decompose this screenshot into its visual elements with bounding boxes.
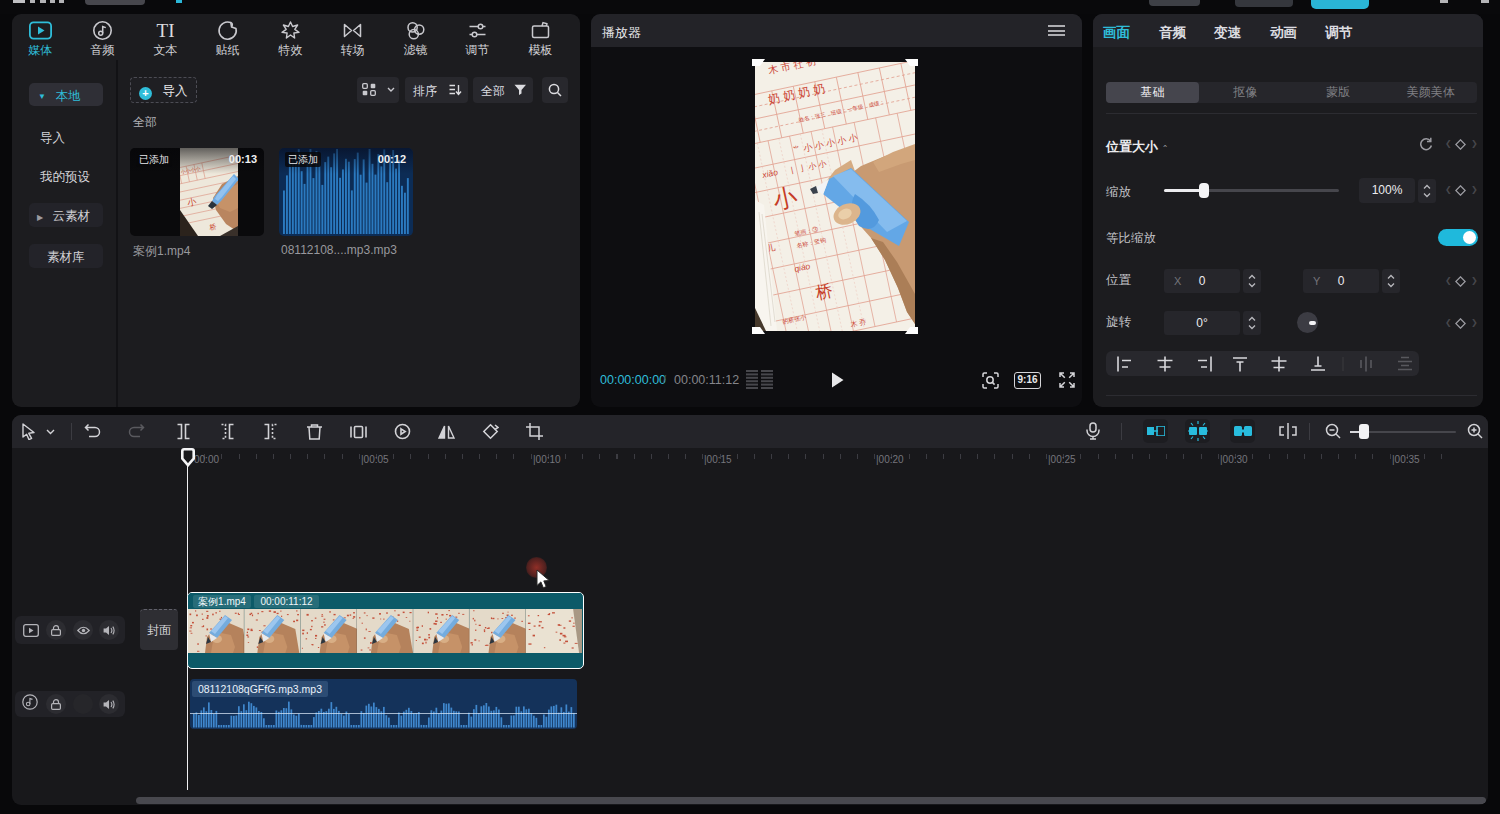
svg-text:小: 小 <box>185 196 197 208</box>
